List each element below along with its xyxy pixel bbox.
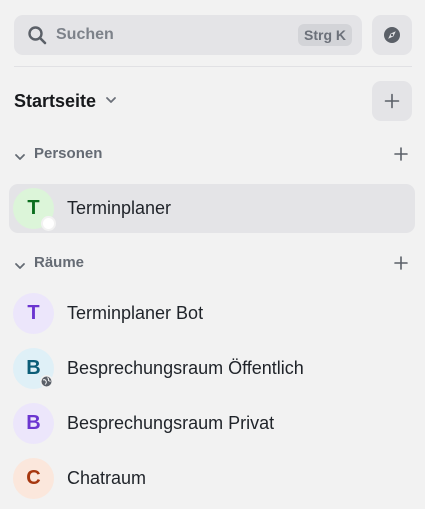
room-list-item-terminplaner-bot[interactable]: T Terminplaner Bot <box>9 289 415 338</box>
add-room-button[interactable] <box>394 256 408 275</box>
compass-icon <box>384 27 400 43</box>
room-name: Terminplaner Bot <box>67 303 204 323</box>
plus-icon <box>394 147 408 161</box>
search-input[interactable]: Suchen Strg K <box>14 15 362 55</box>
space-selector[interactable]: Startseite <box>14 86 117 116</box>
room-name: Chatraum <box>67 468 147 488</box>
explore-rooms-button[interactable] <box>372 15 412 55</box>
avatar: C <box>13 458 54 499</box>
room-list-item-chatraum[interactable]: C Chatraum <box>9 454 415 503</box>
room-name: Besprechungsraum Öffentlich <box>67 358 304 378</box>
plus-icon <box>394 256 408 270</box>
add-button[interactable] <box>372 81 412 121</box>
add-person-button[interactable] <box>394 147 408 166</box>
divider <box>14 66 412 67</box>
room-list-item-besprechungsraum-oeffentlich[interactable]: B Besprechungsraum Öffentlich <box>9 344 415 393</box>
presence-indicator <box>41 216 56 231</box>
section-label: Personen <box>34 145 103 162</box>
avatar-initial: T <box>27 302 40 324</box>
section-rooms-header[interactable]: Räume <box>14 251 411 275</box>
avatar-initial: C <box>26 467 41 489</box>
globe-icon <box>41 376 52 387</box>
room-name: Besprechungsraum Privat <box>67 413 275 433</box>
room-list-item-terminplaner[interactable]: T Terminplaner <box>9 184 415 233</box>
section-label: Räume <box>34 254 85 271</box>
avatar: B <box>13 403 54 444</box>
chevron-down-icon <box>14 149 26 167</box>
avatar-initial: B <box>26 412 41 434</box>
space-title: Startseite <box>14 90 97 111</box>
chevron-down-icon <box>105 93 117 111</box>
room-name: Terminplaner <box>67 198 172 218</box>
section-people-header[interactable]: Personen <box>14 142 411 166</box>
avatar: T <box>13 293 54 334</box>
keyboard-shortcut-badge: Strg K <box>298 24 352 46</box>
public-room-badge <box>40 375 53 388</box>
search-icon <box>27 25 47 45</box>
avatar-initial: B <box>26 357 41 379</box>
search-placeholder: Suchen <box>56 26 114 43</box>
room-list-item-besprechungsraum-privat[interactable]: B Besprechungsraum Privat <box>9 399 415 448</box>
avatar-initial: T <box>27 197 40 219</box>
chevron-down-icon <box>14 258 26 276</box>
plus-icon <box>384 93 400 109</box>
